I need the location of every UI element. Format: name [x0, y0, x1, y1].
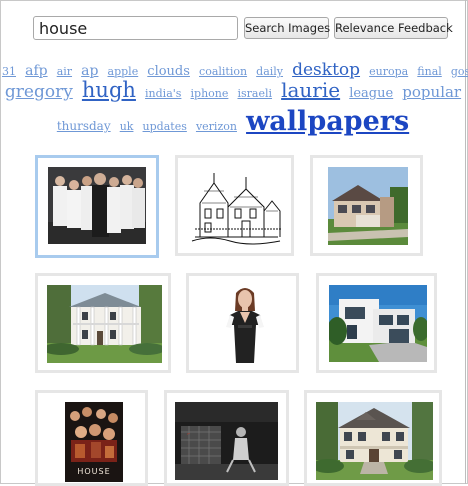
result-thumbnail-woman-portrait[interactable]	[186, 273, 299, 373]
woman-portrait-image	[216, 285, 274, 363]
tag-link[interactable]: gregory	[5, 82, 73, 102]
search-input[interactable]	[33, 16, 238, 40]
tag-link[interactable]: league	[349, 86, 393, 101]
tag-link[interactable]: europa	[369, 65, 408, 78]
cast-photo-image	[48, 167, 146, 244]
result-thumbnail-suburban-house[interactable]	[304, 390, 442, 486]
tag-link[interactable]: air	[57, 65, 72, 78]
tag-link[interactable]: israeli	[237, 87, 272, 100]
tag-link[interactable]: laurie	[281, 78, 340, 102]
poster-caption: HOUSE	[77, 467, 110, 476]
house-poster-image: HOUSE	[65, 402, 123, 482]
colonial-mansion-photo-image	[47, 285, 162, 363]
tag-link[interactable]: gossip	[451, 65, 468, 78]
tag-link[interactable]: coalition	[199, 65, 247, 78]
suburban-house-photo-image	[316, 402, 433, 480]
tag-link[interactable]: thursday	[57, 119, 111, 133]
bw-photo-image: ~	[175, 402, 278, 480]
tag-link[interactable]: desktop	[292, 60, 360, 80]
result-thumbnail-modern-house[interactable]	[310, 155, 423, 256]
result-thumbnail-cast-photo[interactable]	[35, 155, 159, 258]
result-thumbnail-house-poster[interactable]: HOUSE	[35, 390, 148, 486]
relevance-feedback-button[interactable]: Relevance Feedback	[334, 17, 453, 39]
tag-link[interactable]: final	[417, 65, 442, 78]
tag-link[interactable]: clouds	[147, 64, 190, 79]
tag-cloud-line-3: thursday uk updates verizon wallpapers	[0, 108, 466, 135]
tag-link[interactable]: popular	[402, 83, 461, 101]
tag-link[interactable]: ap	[81, 63, 98, 79]
tag-link[interactable]: verizon	[196, 120, 237, 133]
result-thumbnail-white-modern-house[interactable]	[316, 273, 437, 373]
tag-cloud-line-2: gregory hugh india's iphone israeli laur…	[0, 80, 466, 101]
tag-link[interactable]: uk	[120, 120, 134, 133]
white-modern-house-image	[329, 285, 427, 362]
modern-house-photo-image	[328, 167, 408, 245]
result-thumbnail-bw-photo[interactable]: ~	[164, 390, 289, 486]
tag-link[interactable]: apple	[108, 65, 139, 78]
tag-link[interactable]: hugh	[82, 78, 136, 102]
victorian-house-sketch-image	[190, 167, 283, 245]
search-images-button[interactable]: Search Images	[244, 17, 330, 39]
tag-link[interactable]: afp	[25, 63, 48, 79]
tag-link[interactable]: updates	[143, 120, 187, 133]
result-thumbnail-victorian-sketch[interactable]	[175, 155, 294, 256]
tag-link[interactable]: wallpapers	[246, 106, 409, 137]
tag-link[interactable]: india's	[145, 87, 181, 100]
tag-cloud-line-1: 31 afp air ap apple clouds coalition dai…	[0, 60, 468, 80]
tag-link[interactable]: 31	[2, 65, 16, 78]
tag-link[interactable]: iphone	[191, 87, 229, 100]
result-thumbnail-colonial-mansion[interactable]	[35, 273, 171, 373]
tag-link[interactable]: daily	[256, 65, 283, 78]
